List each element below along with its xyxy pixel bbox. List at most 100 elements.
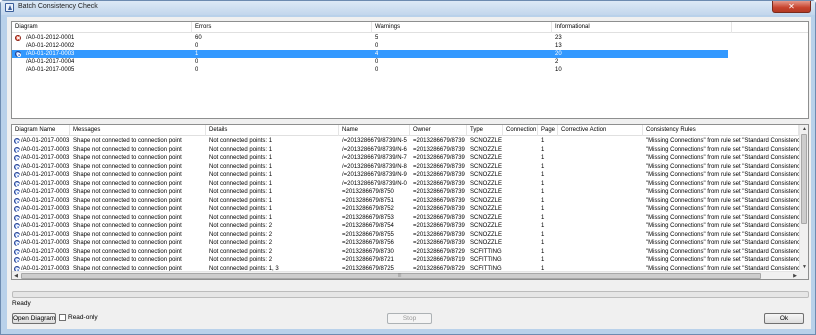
summary-row[interactable]: /A0-01-2012-0002 0 0 13: [12, 42, 808, 50]
column-header-consistency-rules[interactable]: Consistency Rules: [643, 125, 799, 136]
details-cell: Not connected points: 2: [209, 248, 273, 255]
open-diagram-button[interactable]: Open Diagram: [12, 313, 56, 324]
corrective-action-cell: [561, 222, 646, 231]
detail-row[interactable]: /A0-01-2017-0003 Shape not connected to c…: [12, 256, 800, 265]
detail-row[interactable]: /A0-01-2017-0003 Shape not connected to c…: [12, 248, 800, 257]
detail-row[interactable]: /A0-01-2017-0003 Shape not connected to c…: [12, 197, 800, 206]
column-header-corrective-action[interactable]: Corrective Action: [558, 125, 643, 136]
info-icon: [14, 231, 20, 238]
scroll-right-icon[interactable]: ▶: [791, 272, 799, 279]
detail-row[interactable]: /A0-01-2017-0003 Shape not connected to c…: [12, 188, 800, 197]
summary-row[interactable]: /A0-01-2017-0003 1 4 20: [12, 50, 728, 58]
column-header-informational[interactable]: Informational: [552, 22, 732, 33]
name-cell: =2013286679/8751: [342, 197, 394, 204]
page-cell: 1: [541, 155, 545, 161]
column-header-type[interactable]: Type: [467, 125, 503, 136]
column-header-diagram-name[interactable]: Diagram Name: [12, 125, 70, 136]
column-header-owner[interactable]: Owner: [410, 125, 467, 136]
info-icon: [14, 214, 20, 221]
summary-row[interactable]: /A0-01-2017-0004 0 0 2: [12, 58, 808, 66]
connection-cell: [506, 197, 541, 206]
horizontal-scroll-thumb[interactable]: ⦙⦙⦙: [21, 273, 761, 279]
page-cell: 1: [541, 257, 545, 263]
info-icon: [14, 155, 20, 161]
page-cell: 1: [541, 180, 545, 187]
column-header-name[interactable]: Name: [339, 125, 410, 136]
message-cell: Shape not connected to connection point: [73, 248, 182, 255]
dialog-client: Diagram Errors Warnings Informational /A…: [7, 17, 811, 329]
column-header-page[interactable]: Page: [538, 125, 558, 136]
type-cell: SCNOZZLE: [470, 206, 503, 212]
consistency-rule-cell: "Missing Connections" from rule set "Sta…: [646, 257, 799, 263]
details-cell: Not connected points: 1: [209, 163, 273, 170]
informational-cell: 10: [555, 67, 562, 73]
details-vertical-scrollbar[interactable]: ▲ ▼: [799, 125, 808, 271]
detail-row[interactable]: /A0-01-2017-0003 Shape not connected to c…: [12, 137, 800, 146]
diagram-summary-list[interactable]: Diagram Errors Warnings Informational /A…: [11, 21, 809, 119]
corrective-action-cell: [561, 137, 646, 146]
errors-cell: 1: [195, 51, 199, 57]
scrollbar-corner: [799, 271, 808, 279]
close-button[interactable]: ✕: [772, 1, 811, 13]
detail-row[interactable]: /A0-01-2017-0003 Shape not connected to c…: [12, 163, 800, 172]
column-header-details[interactable]: Details: [206, 125, 339, 136]
type-cell: SCNOZZLE: [470, 214, 503, 221]
column-header-diagram[interactable]: Diagram: [12, 22, 192, 33]
consistency-rule-cell: "Missing Connections" from rule set "Sta…: [646, 223, 799, 229]
detail-row[interactable]: /A0-01-2017-0003 Shape not connected to c…: [12, 239, 800, 248]
vertical-scroll-thumb[interactable]: [801, 134, 807, 224]
consistency-rule-cell: "Missing Connections" from rule set "Sta…: [646, 189, 799, 195]
type-cell: SCFITTING: [470, 248, 502, 255]
column-header-warnings[interactable]: Warnings: [372, 22, 552, 33]
scroll-up-icon[interactable]: ▲: [800, 125, 808, 133]
read-only-checkbox-box[interactable]: [59, 314, 66, 321]
name-cell: =2013286679/8756: [342, 240, 394, 246]
detail-row[interactable]: /A0-01-2017-0003 Shape not connected to c…: [12, 146, 800, 155]
column-header-messages[interactable]: Messages: [70, 125, 206, 136]
message-cell: Shape not connected to connection point: [73, 172, 182, 178]
owner-cell: =2013286679/8739: [413, 163, 465, 170]
info-icon: [14, 248, 20, 255]
info-icon: [14, 257, 20, 263]
connection-cell: [506, 146, 541, 155]
details-cell: Not connected points: 1: [209, 214, 273, 221]
message-cell: Shape not connected to connection point: [73, 257, 182, 263]
stop-button[interactable]: Stop: [387, 313, 432, 324]
consistency-rule-cell: "Missing Connections" from rule set "Sta…: [646, 248, 799, 255]
column-header-errors[interactable]: Errors: [192, 22, 372, 33]
detail-row[interactable]: /A0-01-2017-0003 Shape not connected to c…: [12, 180, 800, 189]
diagram-cell: /A0-01-2017-0005: [26, 67, 75, 73]
detail-row[interactable]: /A0-01-2017-0003 Shape not connected to c…: [12, 205, 800, 214]
details-header: Diagram Name Messages Details Name Owner…: [12, 125, 808, 136]
details-horizontal-scrollbar[interactable]: ◀ ⦙⦙⦙ ▶: [12, 271, 799, 279]
details-cell: Not connected points: 1: [209, 197, 273, 204]
summary-row[interactable]: /A0-01-2012-0001 60 5 23: [12, 34, 808, 42]
detail-row[interactable]: /A0-01-2017-0003 Shape not connected to c…: [12, 154, 800, 163]
info-icon: [14, 146, 20, 153]
summary-row[interactable]: /A0-01-2017-0005 0 0 10: [12, 66, 808, 74]
errors-cell: 60: [195, 35, 202, 41]
detail-row[interactable]: /A0-01-2017-0003 Shape not connected to c…: [12, 214, 800, 223]
scroll-down-icon[interactable]: ▼: [800, 263, 808, 271]
details-cell: Not connected points: 2: [209, 231, 273, 238]
ok-button[interactable]: Ok: [764, 313, 804, 324]
detail-row[interactable]: /A0-01-2017-0003 Shape not connected to c…: [12, 231, 800, 240]
detail-row[interactable]: /A0-01-2017-0003 Shape not connected to c…: [12, 171, 800, 180]
errors-cell: 0: [195, 67, 199, 73]
info-icon: [14, 240, 20, 246]
page-cell: 1: [541, 206, 545, 212]
details-cell: Not connected points: 1: [209, 146, 273, 153]
info-icon: [14, 180, 20, 187]
consistency-rule-cell: "Missing Connections" from rule set "Sta…: [646, 163, 799, 170]
name-cell: /=2013286679/8739/N-6: [342, 146, 407, 153]
column-header-connection[interactable]: Connection: [503, 125, 538, 136]
title-bar[interactable]: Batch Consistency Check ✕: [1, 1, 815, 15]
corrective-action-cell: [561, 180, 646, 189]
message-cell: Shape not connected to connection point: [73, 189, 182, 195]
detail-row[interactable]: /A0-01-2017-0003 Shape not connected to c…: [12, 222, 800, 231]
consistency-details-list[interactable]: Diagram Name Messages Details Name Owner…: [11, 124, 809, 280]
diagram-name-cell: /A0-01-2017-0003: [21, 231, 70, 238]
progress-bar: [12, 291, 809, 298]
scroll-left-icon[interactable]: ◀: [12, 272, 20, 279]
connection-cell: [506, 180, 541, 189]
